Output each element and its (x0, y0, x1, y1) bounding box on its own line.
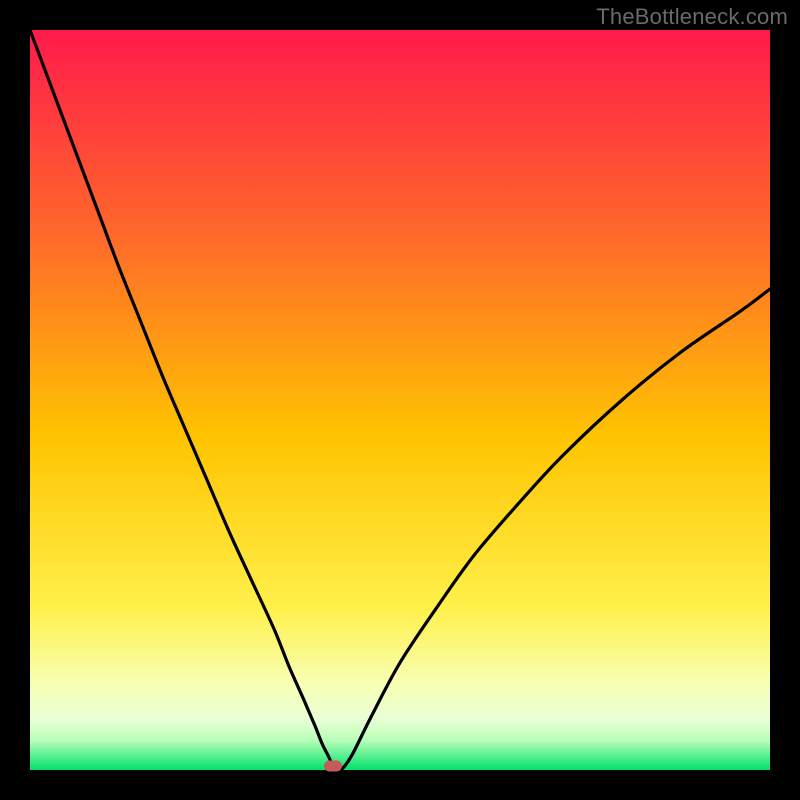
watermark-text: TheBottleneck.com (596, 4, 788, 30)
plot-area (30, 30, 770, 770)
bottleneck-curve (30, 30, 770, 770)
chart-frame: TheBottleneck.com (0, 0, 800, 800)
optimal-marker (324, 761, 342, 772)
